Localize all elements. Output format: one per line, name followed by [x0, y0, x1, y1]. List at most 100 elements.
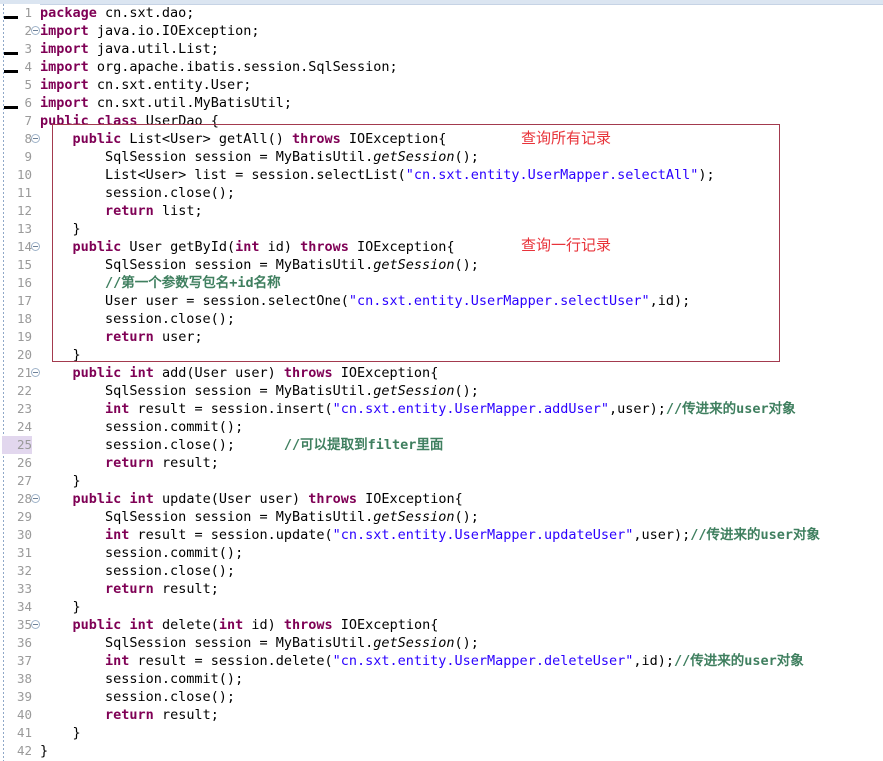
code-line[interactable]: 33 return result;	[17, 580, 883, 598]
code-line-text: }	[40, 743, 49, 759]
code-line-text: }	[40, 221, 81, 237]
code-line-text: SqlSession session = MyBatisUtil.getSess…	[40, 149, 479, 165]
code-line[interactable]: 6 import cn.sxt.util.MyBatisUtil;	[24, 94, 883, 112]
code-line[interactable]: 9 SqlSession session = MyBatisUtil.getSe…	[24, 148, 883, 166]
code-line-text: return result;	[105, 455, 219, 471]
code-line[interactable]: 4 import org.apache.ibatis.session.SqlSes…	[24, 58, 883, 76]
fold-collapse-icon[interactable]	[31, 494, 40, 503]
fold-collapse-icon[interactable]	[31, 242, 40, 251]
fold-collapse-icon[interactable]	[31, 134, 40, 143]
line-number: 25	[2, 436, 32, 454]
code-line-text: import org.apache.ibatis.session.SqlSess…	[40, 59, 398, 75]
line-number: 2	[24, 23, 32, 38]
line-number: 1	[24, 5, 32, 20]
fold-collapse-icon[interactable]	[31, 368, 40, 377]
line-number: 40	[16, 707, 32, 722]
code-line[interactable]: 35 public int delete(int id) throws IOEx…	[17, 616, 883, 634]
code-line[interactable]: 31 session.commit();	[17, 544, 883, 562]
code-line[interactable]: 24 session.commit();	[17, 418, 883, 436]
code-line[interactable]: 23 int result = session.insert("cn.sxt.e…	[17, 400, 883, 418]
code-line[interactable]: 7 public class UserDao {	[24, 112, 883, 130]
code-line[interactable]: 28 public int update(User user) throws I…	[17, 490, 883, 508]
annotation-query-all: 查询所有记录	[521, 129, 612, 147]
fold-collapse-icon[interactable]	[31, 620, 40, 629]
code-line-text: int result = session.delete("cn.sxt.enti…	[105, 653, 804, 669]
code-line[interactable]: 42}	[17, 742, 883, 760]
code-line-text: session.commit();	[40, 545, 244, 561]
code-line[interactable]: 18 session.close();	[17, 310, 883, 328]
code-line[interactable]: 12 return list;	[17, 202, 883, 220]
code-line[interactable]: 20 }	[17, 346, 883, 364]
code-line-text: }	[40, 473, 81, 489]
code-editor[interactable]: 1 package cn.sxt.dao; 2 import java.io.IOEx…	[0, 0, 883, 761]
code-line-text: session.close(); //可以提取到filter里面	[40, 437, 444, 453]
code-line[interactable]: 10 List<User> list = session.selectList(…	[17, 166, 883, 184]
code-line[interactable]: 11 session.close();	[17, 184, 883, 202]
code-line[interactable]: 39 session.close();	[17, 688, 883, 706]
code-line[interactable]: 17 User user = session.selectOne("cn.sxt…	[17, 292, 883, 310]
annotation-query-one: 查询一行记录	[521, 236, 612, 254]
code-line-text: }	[40, 347, 81, 363]
line-number: 16	[16, 275, 32, 290]
code-line-text: return result;	[105, 707, 219, 723]
line-number: 29	[16, 509, 32, 524]
line-number: 32	[16, 563, 32, 578]
code-line[interactable]: 26 return result;	[17, 454, 883, 472]
line-number: 8	[24, 131, 32, 146]
code-line-text: session.close();	[40, 185, 236, 201]
code-line-text: session.close();	[40, 689, 236, 705]
code-line[interactable]: 41 }	[17, 724, 883, 742]
code-line[interactable]: 3 import java.util.List;	[24, 40, 883, 58]
code-line-text: session.commit();	[40, 671, 244, 687]
code-line[interactable]: 13 }	[17, 220, 883, 238]
line-number: 27	[16, 473, 32, 488]
code-line[interactable]: 5 import cn.sxt.entity.User;	[24, 76, 883, 94]
line-number: 22	[16, 383, 32, 398]
code-line[interactable]: 8 public List<User> getAll() throws IOEx…	[24, 130, 883, 148]
line-number: 18	[16, 311, 32, 326]
code-line[interactable]: 32 session.close();	[17, 562, 883, 580]
code-line[interactable]: 36 SqlSession session = MyBatisUtil.getS…	[17, 634, 883, 652]
code-line-text: public int add(User user) throws IOExcep…	[72, 365, 439, 381]
code-line-text: import java.util.List;	[40, 41, 219, 57]
line-number: 21	[16, 365, 32, 380]
code-line-text: int result = session.update("cn.sxt.enti…	[105, 527, 821, 543]
code-line[interactable]: 22 SqlSession session = MyBatisUtil.getS…	[17, 382, 883, 400]
line-number: 3	[24, 41, 32, 56]
code-line[interactable]: 30 int result = session.update("cn.sxt.e…	[17, 526, 883, 544]
code-line[interactable]: 34 }	[17, 598, 883, 616]
code-line-text: return list;	[105, 203, 203, 219]
code-line-text: public class UserDao {	[40, 113, 219, 129]
code-lines[interactable]: 1 package cn.sxt.dao; 2 import java.io.IOEx…	[2, 4, 883, 761]
code-line[interactable]: 29 SqlSession session = MyBatisUtil.getS…	[17, 508, 883, 526]
line-number: 5	[24, 77, 32, 92]
fold-collapse-icon[interactable]	[31, 26, 40, 35]
code-line[interactable]: 2 import java.io.IOException;	[24, 22, 883, 40]
code-line[interactable]: 1 package cn.sxt.dao;	[24, 4, 883, 22]
code-line[interactable]: 19 return user;	[17, 328, 883, 346]
code-line[interactable]: 27 }	[17, 472, 883, 490]
line-number: 17	[16, 293, 32, 308]
code-line-text: int result = session.insert("cn.sxt.enti…	[105, 401, 796, 417]
code-line-text: SqlSession session = MyBatisUtil.getSess…	[40, 635, 479, 651]
line-number: 13	[16, 221, 32, 236]
code-line-text: package cn.sxt.dao;	[40, 5, 195, 21]
line-number: 23	[16, 401, 32, 416]
code-line[interactable]: 15 SqlSession session = MyBatisUtil.getS…	[17, 256, 883, 274]
code-line[interactable]: 25 session.close(); //可以提取到filter里面	[2, 436, 883, 454]
line-number: 15	[16, 257, 32, 272]
line-number: 36	[16, 635, 32, 650]
code-line-text: session.close();	[40, 311, 236, 327]
line-number: 35	[16, 617, 32, 632]
code-line[interactable]: 21 public int add(User user) throws IOEx…	[17, 364, 883, 382]
line-number: 11	[16, 185, 32, 200]
code-line[interactable]: 40 return result;	[17, 706, 883, 724]
line-number: 4	[24, 59, 32, 74]
line-number: 14	[16, 239, 32, 254]
code-line[interactable]: 16 //第一个参数写包名+id名称	[17, 274, 883, 292]
code-line-text: SqlSession session = MyBatisUtil.getSess…	[40, 383, 479, 399]
code-line[interactable]: 37 int result = session.delete("cn.sxt.e…	[17, 652, 883, 670]
code-line[interactable]: 14 public User getById(int id) throws IO…	[17, 238, 883, 256]
code-line[interactable]: 38 session.commit();	[17, 670, 883, 688]
code-line-text: }	[40, 725, 81, 741]
